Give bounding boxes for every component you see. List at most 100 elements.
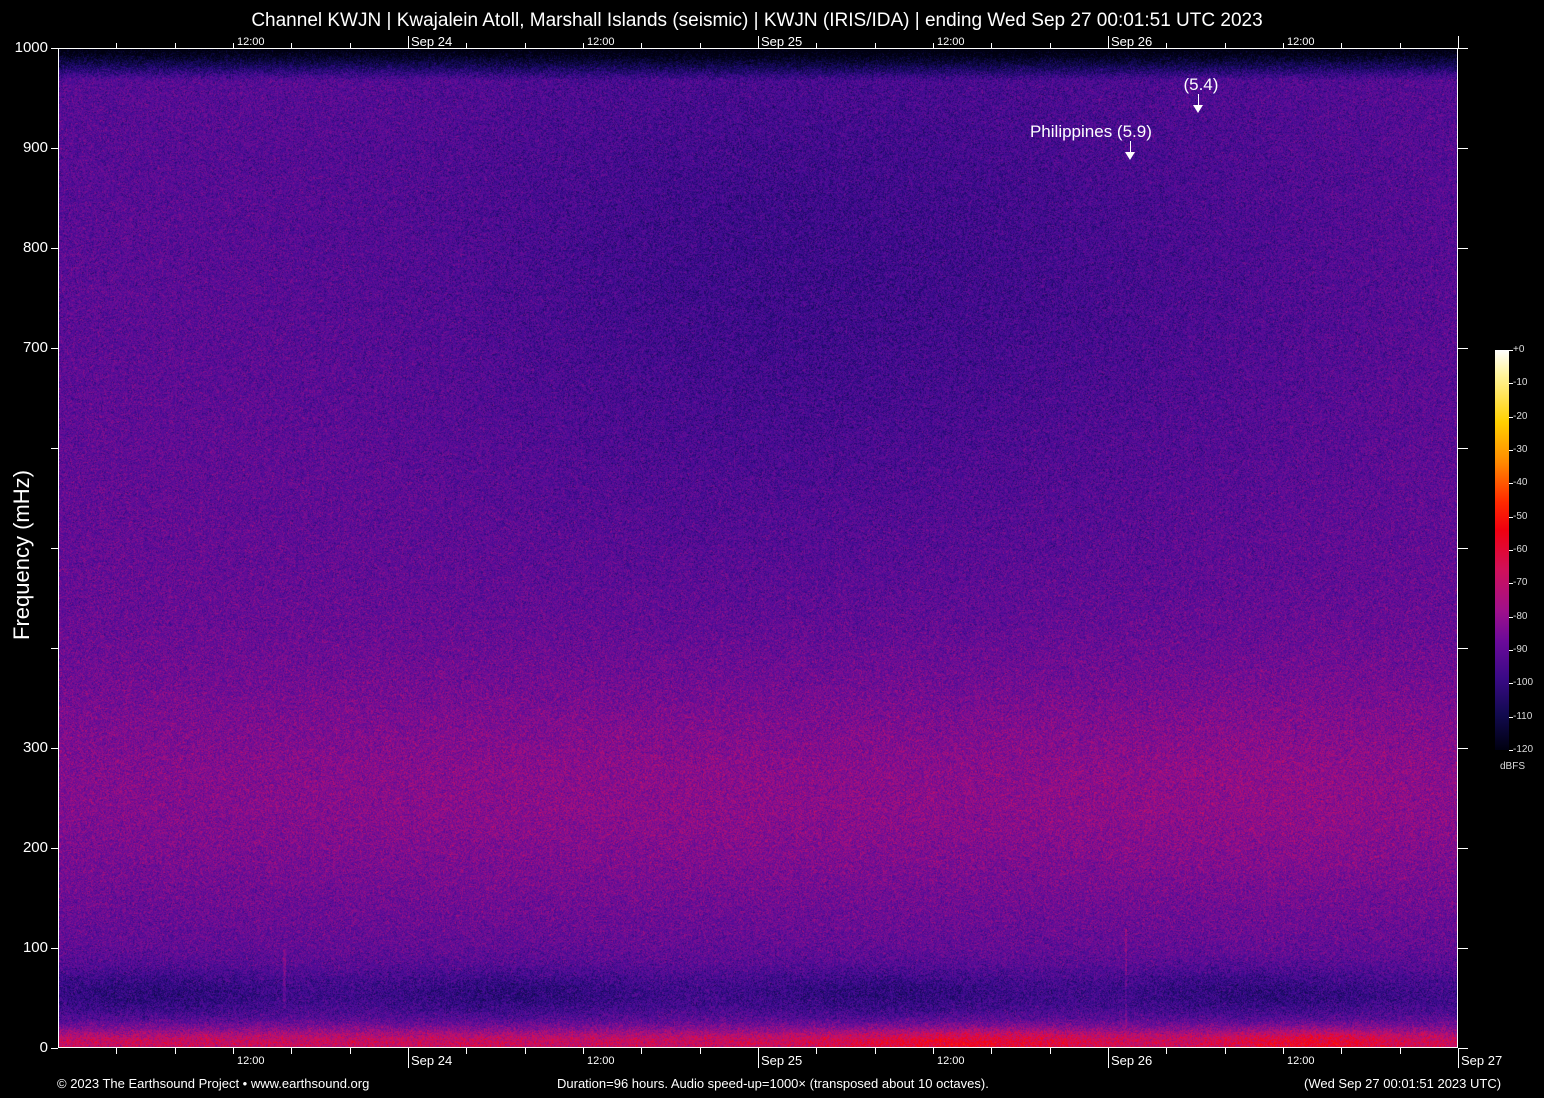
x-tick-bottom [408,1048,409,1068]
x-tick-bottom [1400,1048,1401,1054]
x-tick-top [1225,43,1226,48]
x-tick-label-top: 12:00 [937,36,965,48]
x-tick-bottom [1166,1048,1167,1054]
y-tick-right [1458,148,1468,149]
y-axis-title: Frequency (mHz) [9,470,35,640]
x-tick-bottom [175,1048,176,1054]
x-tick-label-bottom: Sep 26 [1111,1053,1152,1068]
x-tick-top [816,43,817,48]
colorbar-tick-label: -40 [1513,477,1527,488]
y-tick-label: 100 [4,939,48,956]
colorbar-tick-label: -70 [1513,577,1527,588]
plot-frame [58,48,1458,1048]
x-tick-label-top: Sep 25 [761,34,802,49]
x-tick-bottom [641,1048,642,1054]
x-tick-top [525,43,526,48]
y-tick-label: 800 [4,239,48,256]
annotation-arrow-head [1125,152,1135,160]
colorbar-tick-label: -10 [1513,377,1527,388]
y-tick-left [51,48,58,49]
x-tick-bottom [700,1048,701,1054]
x-tick-bottom [350,1048,351,1054]
x-tick-top [1050,43,1051,48]
x-tick-label-bottom: 12:00 [937,1055,965,1067]
y-tick-left [51,1048,58,1049]
y-tick-right [1458,348,1468,349]
x-tick-bottom [991,1048,992,1054]
y-tick-right [1458,848,1468,849]
y-tick-right [1458,1048,1468,1049]
x-tick-label-top: 12:00 [237,36,265,48]
x-tick-top [175,43,176,48]
x-tick-bottom [758,1048,759,1068]
y-tick-right [1458,448,1468,449]
x-tick-top [350,43,351,48]
x-tick-label-top: Sep 26 [1111,34,1152,49]
x-tick-bottom [525,1048,526,1054]
x-tick-top [291,43,292,48]
x-tick-bottom [875,1048,876,1054]
y-tick-left [51,748,58,749]
x-tick-top [1108,36,1109,48]
x-tick-bottom [583,1048,584,1054]
x-tick-label-top: Sep 24 [411,34,452,49]
y-tick-left [51,248,58,249]
x-tick-top [933,43,934,48]
x-tick-bottom [1108,1048,1109,1068]
x-tick-top [583,43,584,48]
x-tick-top [466,43,467,48]
x-tick-label-top: 12:00 [587,36,615,48]
y-tick-left [51,648,58,649]
colorbar-tick-label: -60 [1513,544,1527,555]
colorbar-tick-label: -120 [1513,744,1533,755]
annotation-label: Philippines (5.9) [1030,122,1152,142]
x-tick-bottom [1283,1048,1284,1054]
x-tick-bottom [1458,1048,1459,1068]
x-tick-label-bottom: Sep 27 [1461,1053,1502,1068]
colorbar-tick-label: -100 [1513,677,1533,688]
colorbar-tick-label: -50 [1513,511,1527,522]
x-tick-top [700,43,701,48]
y-tick-right [1458,648,1468,649]
x-tick-label-bottom: 12:00 [237,1055,265,1067]
x-tick-top [1283,43,1284,48]
x-tick-label-bottom: 12:00 [587,1055,615,1067]
x-tick-label-bottom: Sep 25 [761,1053,802,1068]
y-tick-label: 1000 [4,39,48,56]
x-tick-top [641,43,642,48]
annotation-arrow-head [1193,105,1203,113]
x-tick-label-bottom: 12:00 [1287,1055,1315,1067]
colorbar-tick-label: -110 [1513,711,1532,722]
y-tick-label: 300 [4,739,48,756]
x-tick-bottom [233,1048,234,1054]
footer-copyright: © 2023 The Earthsound Project • www.eart… [57,1076,369,1091]
colorbar-tick-label: -90 [1513,644,1527,655]
x-tick-label-top: 12:00 [1287,36,1315,48]
y-tick-left [51,948,58,949]
colorbar-tick-label: +0 [1513,344,1524,355]
y-tick-left [51,148,58,149]
x-tick-top [408,36,409,48]
y-tick-left [51,348,58,349]
y-tick-right [1458,948,1468,949]
y-tick-right [1458,48,1468,49]
x-tick-top [875,43,876,48]
x-tick-bottom [291,1048,292,1054]
x-tick-bottom [466,1048,467,1054]
chart-title: Channel KWJN | Kwajalein Atoll, Marshall… [0,10,1514,32]
y-tick-label: 700 [4,339,48,356]
x-tick-top [1166,43,1167,48]
x-tick-bottom [1050,1048,1051,1054]
y-tick-right [1458,748,1468,749]
footer-end-time: (Wed Sep 27 00:01:51 2023 UTC) [1304,1076,1501,1091]
y-tick-left [51,548,58,549]
x-tick-bottom [1341,1048,1342,1054]
colorbar [1495,350,1509,750]
x-tick-top [758,36,759,48]
y-tick-label: 900 [4,139,48,156]
x-tick-top [1341,43,1342,48]
colorbar-tick-label: -30 [1513,444,1527,455]
x-tick-bottom [816,1048,817,1054]
annotation-label: (5.4) [1183,75,1218,95]
x-tick-bottom [116,1048,117,1054]
